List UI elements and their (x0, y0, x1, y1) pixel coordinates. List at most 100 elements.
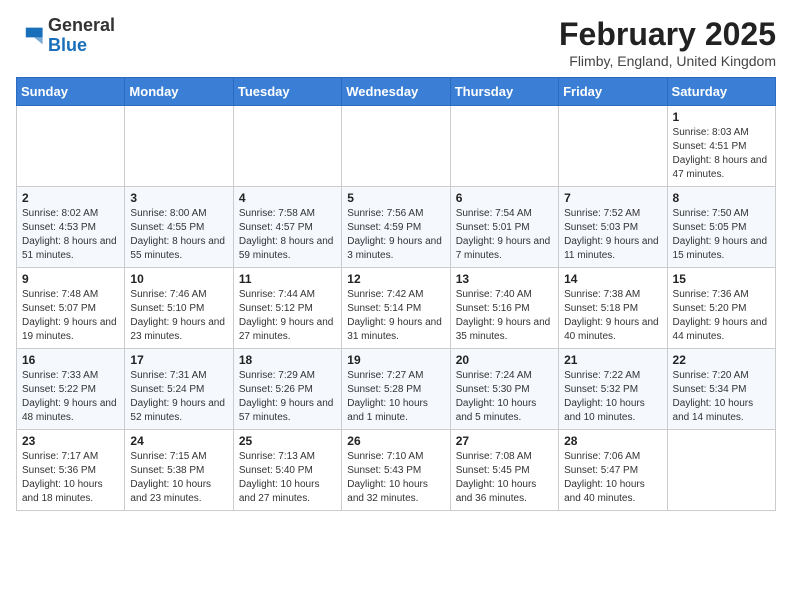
day-info: Sunrise: 7:56 AM Sunset: 4:59 PM Dayligh… (347, 207, 444, 263)
location: Flimby, England, United Kingdom (559, 53, 776, 69)
day-cell: 28 Sunrise: 7:06 AM Sunset: 5:47 PM Dayli… (559, 430, 667, 511)
logo-text: General Blue (48, 16, 115, 56)
week-row-2: 2Sunrise: 8:02 AM Sunset: 4:53 PM Daylig… (17, 187, 776, 268)
day-number: 13 (456, 272, 553, 286)
logo-icon (16, 22, 44, 50)
week-row-3: 9 Sunrise: 7:48 AM Sunset: 5:07 PM Daylig… (17, 268, 776, 349)
day-number: 21 (564, 353, 661, 367)
day-info: Sunrise: 7:33 AM Sunset: 5:22 PM Dayligh… (22, 369, 119, 425)
day-info: Sunrise: 7:08 AM Sunset: 5:45 PM Dayligh… (456, 450, 553, 506)
page-header: General Blue February 2025 Flimby, Engla… (16, 16, 776, 69)
calendar: SundayMondayTuesdayWednesdayThursdayFrid… (16, 77, 776, 511)
week-row-5: 23 Sunrise: 7:17 AM Sunset: 5:36 PM Dayli… (17, 430, 776, 511)
day-cell (667, 430, 775, 511)
weekday-header-sunday: Sunday (17, 78, 125, 106)
day-info: Sunrise: 8:03 AM Sunset: 4:51 PM Dayligh… (673, 126, 770, 182)
day-cell: 23 Sunrise: 7:17 AM Sunset: 5:36 PM Dayli… (17, 430, 125, 511)
day-info: Sunrise: 7:38 AM Sunset: 5:18 PM Dayligh… (564, 288, 661, 344)
day-info: Sunrise: 7:29 AM Sunset: 5:26 PM Dayligh… (239, 369, 336, 425)
day-number: 10 (130, 272, 227, 286)
day-info: Sunrise: 7:27 AM Sunset: 5:28 PM Dayligh… (347, 369, 444, 425)
day-info: Sunrise: 7:44 AM Sunset: 5:12 PM Dayligh… (239, 288, 336, 344)
day-info: Sunrise: 7:22 AM Sunset: 5:32 PM Dayligh… (564, 369, 661, 425)
day-info: Sunrise: 7:42 AM Sunset: 5:14 PM Dayligh… (347, 288, 444, 344)
day-cell: 18 Sunrise: 7:29 AM Sunset: 5:26 PM Dayli… (233, 349, 341, 430)
day-cell (125, 106, 233, 187)
day-number: 18 (239, 353, 336, 367)
day-number: 9 (22, 272, 119, 286)
day-cell: 6 Sunrise: 7:54 AM Sunset: 5:01 PM Daylig… (450, 187, 558, 268)
day-info: Sunrise: 7:40 AM Sunset: 5:16 PM Dayligh… (456, 288, 553, 344)
day-cell: 15 Sunrise: 7:36 AM Sunset: 5:20 PM Dayli… (667, 268, 775, 349)
day-number: 14 (564, 272, 661, 286)
day-cell: 13 Sunrise: 7:40 AM Sunset: 5:16 PM Dayli… (450, 268, 558, 349)
day-cell: 5 Sunrise: 7:56 AM Sunset: 4:59 PM Daylig… (342, 187, 450, 268)
day-info: Sunrise: 7:15 AM Sunset: 5:38 PM Dayligh… (130, 450, 227, 506)
day-number: 5 (347, 191, 444, 205)
day-number: 6 (456, 191, 553, 205)
weekday-header-saturday: Saturday (667, 78, 775, 106)
day-number: 12 (347, 272, 444, 286)
day-number: 11 (239, 272, 336, 286)
day-cell: 20 Sunrise: 7:24 AM Sunset: 5:30 PM Dayli… (450, 349, 558, 430)
day-number: 20 (456, 353, 553, 367)
day-cell: 19 Sunrise: 7:27 AM Sunset: 5:28 PM Dayli… (342, 349, 450, 430)
day-info: Sunrise: 7:20 AM Sunset: 5:34 PM Dayligh… (673, 369, 770, 425)
day-cell: 11 Sunrise: 7:44 AM Sunset: 5:12 PM Dayli… (233, 268, 341, 349)
day-cell: 7 Sunrise: 7:52 AM Sunset: 5:03 PM Daylig… (559, 187, 667, 268)
day-cell: 27 Sunrise: 7:08 AM Sunset: 5:45 PM Dayli… (450, 430, 558, 511)
day-cell (450, 106, 558, 187)
weekday-header-tuesday: Tuesday (233, 78, 341, 106)
weekday-header-wednesday: Wednesday (342, 78, 450, 106)
day-cell: 26 Sunrise: 7:10 AM Sunset: 5:43 PM Dayli… (342, 430, 450, 511)
day-cell (17, 106, 125, 187)
day-cell: 2Sunrise: 8:02 AM Sunset: 4:53 PM Daylig… (17, 187, 125, 268)
day-cell (233, 106, 341, 187)
day-info: Sunrise: 8:02 AM Sunset: 4:53 PM Dayligh… (22, 207, 119, 263)
day-number: 16 (22, 353, 119, 367)
day-info: Sunrise: 7:50 AM Sunset: 5:05 PM Dayligh… (673, 207, 770, 263)
day-number: 19 (347, 353, 444, 367)
day-cell: 1Sunrise: 8:03 AM Sunset: 4:51 PM Daylig… (667, 106, 775, 187)
day-number: 28 (564, 434, 661, 448)
weekday-header-row: SundayMondayTuesdayWednesdayThursdayFrid… (17, 78, 776, 106)
day-info: Sunrise: 7:52 AM Sunset: 5:03 PM Dayligh… (564, 207, 661, 263)
day-info: Sunrise: 7:13 AM Sunset: 5:40 PM Dayligh… (239, 450, 336, 506)
day-cell: 12 Sunrise: 7:42 AM Sunset: 5:14 PM Dayli… (342, 268, 450, 349)
day-cell: 3Sunrise: 8:00 AM Sunset: 4:55 PM Daylig… (125, 187, 233, 268)
day-number: 7 (564, 191, 661, 205)
day-info: Sunrise: 7:17 AM Sunset: 5:36 PM Dayligh… (22, 450, 119, 506)
title-area: February 2025 Flimby, England, United Ki… (559, 16, 776, 69)
day-number: 25 (239, 434, 336, 448)
day-info: Sunrise: 7:31 AM Sunset: 5:24 PM Dayligh… (130, 369, 227, 425)
day-number: 8 (673, 191, 770, 205)
day-cell: 8 Sunrise: 7:50 AM Sunset: 5:05 PM Daylig… (667, 187, 775, 268)
day-number: 22 (673, 353, 770, 367)
day-number: 3 (130, 191, 227, 205)
day-info: Sunrise: 7:54 AM Sunset: 5:01 PM Dayligh… (456, 207, 553, 263)
week-row-4: 16 Sunrise: 7:33 AM Sunset: 5:22 PM Dayli… (17, 349, 776, 430)
day-number: 4 (239, 191, 336, 205)
month-title: February 2025 (559, 16, 776, 53)
day-cell: 9 Sunrise: 7:48 AM Sunset: 5:07 PM Daylig… (17, 268, 125, 349)
day-info: Sunrise: 7:06 AM Sunset: 5:47 PM Dayligh… (564, 450, 661, 506)
day-cell: 10 Sunrise: 7:46 AM Sunset: 5:10 PM Dayli… (125, 268, 233, 349)
day-number: 23 (22, 434, 119, 448)
day-info: Sunrise: 7:36 AM Sunset: 5:20 PM Dayligh… (673, 288, 770, 344)
weekday-header-thursday: Thursday (450, 78, 558, 106)
day-cell (342, 106, 450, 187)
weekday-header-monday: Monday (125, 78, 233, 106)
day-number: 24 (130, 434, 227, 448)
day-number: 15 (673, 272, 770, 286)
logo: General Blue (16, 16, 115, 56)
day-cell: 14 Sunrise: 7:38 AM Sunset: 5:18 PM Dayli… (559, 268, 667, 349)
day-number: 27 (456, 434, 553, 448)
day-cell: 4Sunrise: 7:58 AM Sunset: 4:57 PM Daylig… (233, 187, 341, 268)
day-info: Sunrise: 7:48 AM Sunset: 5:07 PM Dayligh… (22, 288, 119, 344)
day-info: Sunrise: 7:46 AM Sunset: 5:10 PM Dayligh… (130, 288, 227, 344)
weekday-header-friday: Friday (559, 78, 667, 106)
day-info: Sunrise: 7:10 AM Sunset: 5:43 PM Dayligh… (347, 450, 444, 506)
week-row-1: 1Sunrise: 8:03 AM Sunset: 4:51 PM Daylig… (17, 106, 776, 187)
day-number: 26 (347, 434, 444, 448)
day-info: Sunrise: 7:24 AM Sunset: 5:30 PM Dayligh… (456, 369, 553, 425)
